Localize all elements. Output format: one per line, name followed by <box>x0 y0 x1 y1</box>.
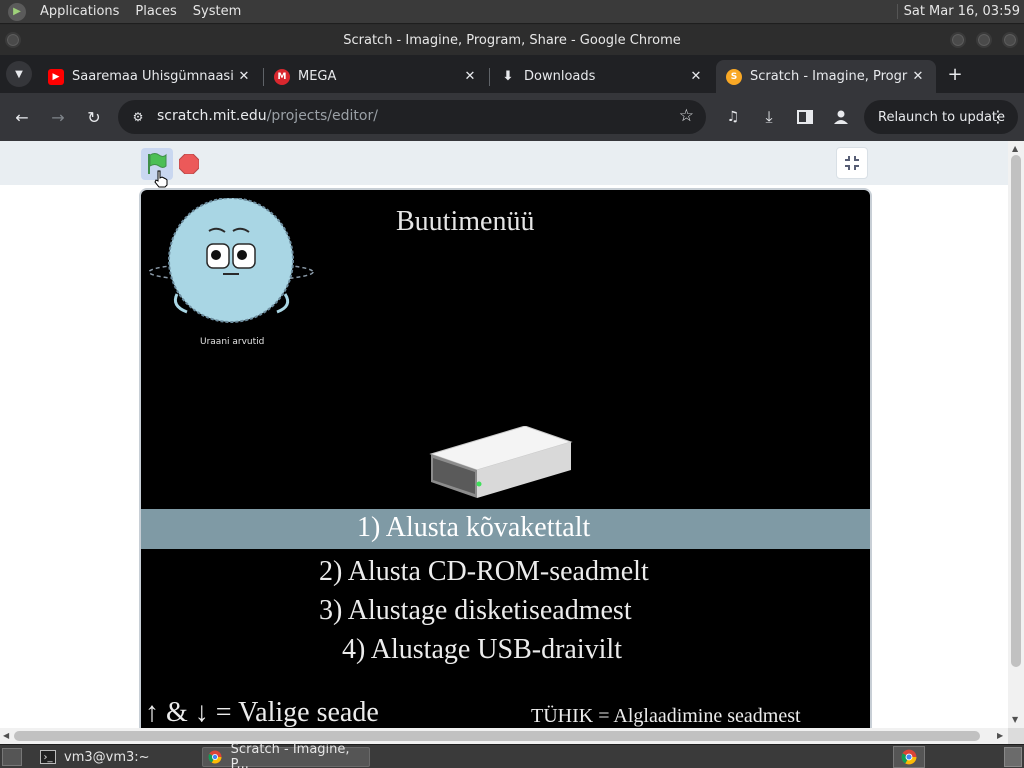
page-content: Buutimenüü Uraani arvutid 1) Alusta kõva… <box>0 141 1008 728</box>
show-desktop-icon[interactable] <box>2 748 22 766</box>
tab-label: MEGA <box>298 69 337 84</box>
space-boot-hint: TÜHIK = Alglaadimine seadmest <box>531 705 801 727</box>
address-bar[interactable]: ⚙ scratch.mit.edu/projects/editor/ ☆ <box>118 100 706 134</box>
close-window-icon[interactable] <box>1002 32 1018 48</box>
chrome-icon <box>207 750 223 764</box>
task-label: vm3@vm3:~ <box>64 749 150 765</box>
relaunch-label: Relaunch to update <box>878 109 1006 125</box>
menu-applications[interactable]: Applications <box>32 4 127 19</box>
shrink-icon <box>845 156 859 170</box>
forward-icon[interactable]: → <box>46 105 70 129</box>
window-menu-icon[interactable] <box>5 32 21 48</box>
tab-strip: ▼ ▶ Saaremaa Ühisgümnaasium ✕ M MEGA ✕ ⬇… <box>0 55 1024 93</box>
task-label: Scratch - Imagine, P... <box>230 742 350 768</box>
horizontal-scroll-thumb[interactable] <box>14 731 980 741</box>
uranus-mascot-icon <box>148 198 314 323</box>
new-tab-button[interactable]: + <box>944 63 966 85</box>
menu-system[interactable]: System <box>185 4 249 19</box>
bottom-taskbar: ›_ vm3@vm3:~ Scratch - Imagine, P... <box>0 742 1024 768</box>
profile-icon[interactable] <box>829 105 853 129</box>
boot-option-hdd[interactable]: 1) Alusta kõvakettalt <box>357 512 590 544</box>
close-tab-icon[interactable]: ✕ <box>460 67 480 87</box>
boot-option-usb[interactable]: 4) Alustage USB-draivilt <box>342 634 622 666</box>
download-icon: ⬇ <box>502 69 514 84</box>
vertical-scrollbar[interactable]: ▲ ▼ <box>1008 141 1024 728</box>
close-tab-icon[interactable]: ✕ <box>234 67 254 87</box>
vertical-scroll-thumb[interactable] <box>1011 155 1021 667</box>
scratch-icon: S <box>726 68 742 85</box>
downloads-icon[interactable]: ⤓ <box>757 105 781 129</box>
task-terminal[interactable]: ›_ vm3@vm3:~ <box>36 747 196 767</box>
side-panel-icon[interactable] <box>793 105 817 129</box>
plus-icon: + <box>947 63 963 85</box>
top-panel: ▶ Applications Places System Sat Mar 16,… <box>0 0 1024 24</box>
url-path: /projects/editor/ <box>266 108 378 124</box>
scrollbar-corner <box>1008 728 1024 744</box>
scroll-down-icon[interactable]: ▼ <box>1012 715 1018 724</box>
reload-icon[interactable]: ↻ <box>82 105 106 129</box>
scratch-stage[interactable]: Buutimenüü Uraani arvutid 1) Alusta kõva… <box>139 188 872 728</box>
window-title: Scratch - Imagine, Program, Share - Goog… <box>343 32 681 48</box>
tab-mega[interactable]: M MEGA ✕ <box>264 60 488 93</box>
close-tab-icon[interactable]: ✕ <box>686 67 706 87</box>
hand-cursor-icon <box>154 170 168 188</box>
relaunch-button[interactable]: Relaunch to update ⋮ <box>864 100 1018 134</box>
navigation-hint: ↑ & ↓ = Valige seade <box>145 697 379 728</box>
chevron-down-icon: ▼ <box>15 68 23 80</box>
scroll-left-icon[interactable]: ◀ <box>3 731 9 740</box>
gnome-foot-icon[interactable]: ▶ <box>8 2 26 21</box>
tab-search-button[interactable]: ▼ <box>6 61 32 87</box>
boot-option-floppy[interactable]: 3) Alustage disketiseadmest <box>319 595 632 627</box>
menu-places[interactable]: Places <box>127 4 184 19</box>
minimize-icon[interactable] <box>950 32 966 48</box>
workspace-switcher[interactable] <box>1004 747 1022 767</box>
close-tab-icon[interactable]: ✕ <box>908 67 928 87</box>
scroll-right-icon[interactable]: ▶ <box>997 731 1003 740</box>
tab-scratch[interactable]: S Scratch - Imagine, Program ✕ <box>716 60 936 93</box>
stop-button[interactable] <box>179 154 199 174</box>
mega-icon: M <box>274 68 290 85</box>
tab-downloads[interactable]: ⬇ Downloads ✕ <box>490 60 714 93</box>
tab-label: Scratch - Imagine, Program <box>750 69 908 84</box>
boot-option-cdrom[interactable]: 2) Alusta CD-ROM-seadmelt <box>319 556 649 588</box>
window-titlebar[interactable]: Scratch - Imagine, Program, Share - Goog… <box>0 25 1024 55</box>
exit-fullscreen-button[interactable] <box>836 147 868 179</box>
tray-chrome-icon[interactable] <box>893 746 925 768</box>
task-chrome[interactable]: Scratch - Imagine, P... <box>202 742 370 768</box>
horizontal-scrollbar[interactable]: ◀ ▶ <box>0 728 1008 744</box>
scroll-up-icon[interactable]: ▲ <box>1012 144 1018 153</box>
url-text[interactable]: scratch.mit.edu/projects/editor/ <box>157 108 378 124</box>
stage-header <box>0 141 1008 188</box>
tab-saaremaa[interactable]: ▶ Saaremaa Ühisgümnaasium ✕ <box>38 60 262 93</box>
maximize-icon[interactable] <box>976 32 992 48</box>
url-host: scratch.mit.edu <box>157 108 267 124</box>
bookmark-star-icon[interactable]: ☆ <box>679 106 694 126</box>
media-controls-icon[interactable]: ♫ <box>721 105 745 129</box>
back-icon[interactable]: ← <box>10 105 34 129</box>
youtube-icon: ▶ <box>48 68 64 85</box>
kebab-menu-icon[interactable]: ⋮ <box>990 107 1006 126</box>
mascot-label: Uraani arvutid <box>200 337 265 347</box>
boot-menu-title: Buutimenüü <box>396 206 535 237</box>
hard-drive-icon <box>429 426 573 498</box>
browser-toolbar: ← → ↻ ⚙ scratch.mit.edu/projects/editor/… <box>0 93 1024 141</box>
tab-label: Saaremaa Ühisgümnaasium <box>72 69 234 84</box>
terminal-icon: ›_ <box>40 750 56 764</box>
tab-label: Downloads <box>524 69 596 84</box>
panel-clock[interactable]: Sat Mar 16, 03:59 <box>896 4 1020 19</box>
site-settings-icon[interactable]: ⚙ <box>130 109 146 125</box>
